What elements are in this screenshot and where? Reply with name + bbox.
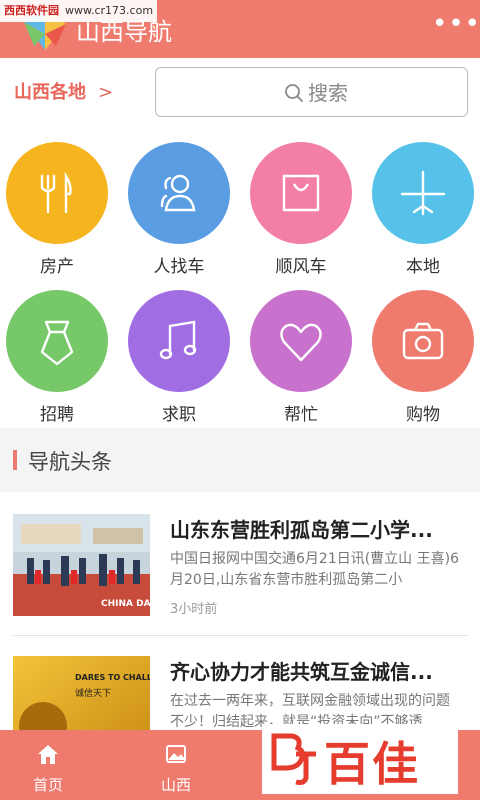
news-list: CHINA DAILY 山东东营胜利孤岛第二小学... 中国日报网中国交通6月2… [0,492,480,758]
region-selector[interactable]: 山西各地 > [14,78,113,104]
music-note-icon [159,320,197,360]
brand-logo-icon [271,733,316,785]
news-item[interactable]: CHINA DAILY 山东东营胜利孤岛第二小学... 中国日报网中国交通6月2… [0,492,480,636]
category-item[interactable]: 购物 [366,276,480,425]
people-icon [160,174,196,212]
news-summary: 中国日报网中国交通6月21日讯(曹立山 王喜)6月20日,山东省东营市胜利孤岛第… [170,551,460,588]
section-title: 导航头条 [28,450,112,474]
necktie-icon [40,320,74,366]
more-menu-button[interactable]: ••• [432,11,480,42]
news-title: 山东东营胜利孤岛第二小学... [170,518,433,542]
heart-icon [280,323,322,362]
camera-icon [402,322,444,360]
watermark-site-label: 西西软件园 www.cr173.com [0,0,158,22]
search-placeholder: 搜索 [308,81,348,105]
thumb-subcaption: 诚信天下 [75,687,111,699]
airplane-icon [400,170,446,216]
thumb-caption: CHINA DAILY [101,599,150,609]
tab-label: 山西 [160,776,191,794]
category-label: 本地 [406,257,440,277]
category-item[interactable]: 招聘 [0,276,120,425]
category-item[interactable]: 本地 [366,128,480,277]
search-placeholder-wrap: 搜索 [284,80,348,106]
search-row: 山西各地 > 搜索 [0,58,480,128]
tab-shanxi[interactable]: 山西 [128,730,224,800]
category-grid: 房产 人找车 顺风车 本地 招聘 求职 帮忙 购物 [0,128,480,428]
news-time: 3小时前 [170,602,218,617]
search-input[interactable]: 搜索 [155,67,468,117]
category-circle [128,142,230,244]
category-item[interactable]: 求职 [122,276,242,425]
section-accent-bar [13,450,17,470]
category-circle [372,142,474,244]
chevron-right-icon: > [98,82,114,103]
brand-text: 百佳 [324,737,420,791]
category-label: 人找车 [153,257,205,277]
category-label: 购物 [406,405,440,425]
category-circle [6,142,108,244]
category-label: 顺风车 [275,257,327,277]
category-item[interactable]: 顺风车 [244,128,364,277]
tab-home[interactable]: 首页 [0,730,96,800]
category-item[interactable]: 人找车 [122,128,242,277]
category-label: 招聘 [40,405,74,425]
category-circle [250,142,352,244]
category-item[interactable]: 房产 [0,128,120,277]
home-icon [38,745,58,764]
fork-knife-icon [40,171,72,214]
category-circle [128,290,230,392]
region-label: 山西各地 [14,82,86,103]
tab-label: 首页 [32,776,63,794]
category-circle [250,290,352,392]
thumb-caption: DARES TO CHALLENGE [75,673,150,682]
app-screen: 山西导航 ••• 西西软件园 www.cr173.com 山西各地 > 搜索 房… [0,0,480,800]
news-section-header: 导航头条 [0,428,480,492]
watermark-site-url: www.cr173.com [65,4,154,17]
category-label: 求职 [162,405,196,425]
brand-watermark: 百佳 [262,724,458,794]
news-thumbnail: CHINA DAILY [13,514,150,616]
category-circle [6,290,108,392]
category-circle [372,290,474,392]
category-item[interactable]: 帮忙 [244,276,364,425]
bag-icon [282,174,320,212]
search-icon [285,84,303,102]
watermark-site-name: 西西软件园 [4,4,59,17]
news-title: 齐心协力才能共筑互金诚信... [170,660,433,684]
category-label: 房产 [40,257,74,277]
image-icon [166,745,186,763]
category-label: 帮忙 [284,405,318,425]
